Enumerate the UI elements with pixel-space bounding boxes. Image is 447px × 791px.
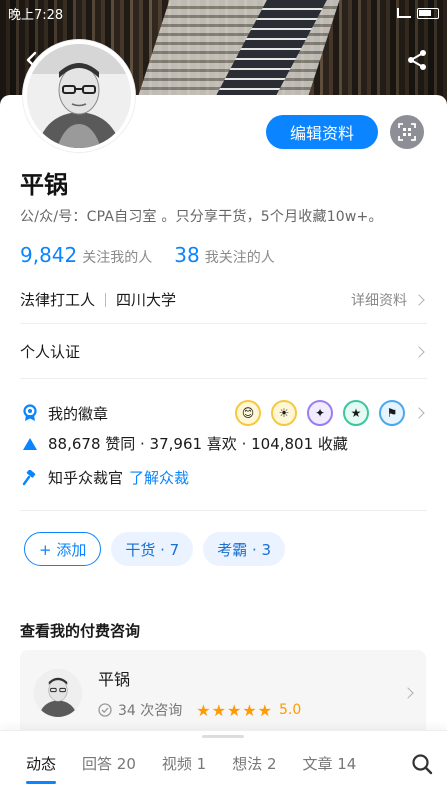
- tab-fade: [361, 743, 407, 783]
- search-button[interactable]: [411, 753, 433, 775]
- followers-link[interactable]: 9,842 关注我的人: [20, 243, 152, 267]
- badge-medal-icon: [20, 403, 40, 423]
- tab-list: 动态 回答 20 视频 1 想法 2 文章 14: [0, 753, 357, 784]
- profile-name: 平锅: [20, 171, 68, 199]
- upvote-triangle-icon: [20, 434, 40, 454]
- share-icon: [408, 50, 426, 70]
- badges-label: 我的徽章: [48, 404, 109, 423]
- status-bar: 晚上7:28: [0, 0, 447, 26]
- divider: [20, 323, 427, 324]
- chevron-right-icon: [413, 293, 425, 306]
- consult-avatar: [34, 669, 82, 717]
- separator: [105, 292, 107, 307]
- battery-icon: [417, 7, 439, 19]
- school-text: 四川大学: [116, 291, 177, 309]
- status-icons: [397, 7, 439, 19]
- profile-details-row[interactable]: 法律打工人 四川大学 详细资料: [20, 289, 425, 310]
- tag-item[interactable]: 考霸 · 3: [203, 532, 286, 566]
- avatar-portrait-icon: [27, 44, 131, 148]
- following-link[interactable]: 38 我关注的人: [174, 243, 274, 267]
- tab-videos[interactable]: 视频 1: [162, 753, 206, 774]
- rating-stars: ★★★★★: [196, 700, 273, 720]
- check-circle-icon: [98, 703, 112, 717]
- bottom-tab-bar: 动态 回答 20 视频 1 想法 2 文章 14: [0, 730, 447, 791]
- verification-row[interactable]: 个人认证: [20, 341, 425, 362]
- signal-icon: [397, 8, 411, 18]
- drag-handle[interactable]: [202, 735, 244, 738]
- gavel-icon: [20, 468, 40, 488]
- followers-count: 9,842: [20, 243, 78, 267]
- followers-label: 关注我的人: [82, 250, 153, 266]
- qr-code-button[interactable]: [390, 115, 424, 149]
- edit-profile-button[interactable]: 编辑资料: [266, 115, 378, 149]
- jury-row: 知乎众裁官 了解众裁: [20, 467, 423, 488]
- consult-info: 平锅 34 次咨询 ★★★★★ 5.0: [98, 666, 301, 720]
- avatar-portrait-icon: [34, 669, 82, 717]
- share-button[interactable]: [403, 46, 431, 74]
- badge-shield-icon: ✦: [307, 400, 333, 426]
- consult-name: 平锅: [98, 670, 131, 689]
- details-link-label: 详细资料: [351, 292, 407, 309]
- divider: [20, 510, 427, 511]
- profile-bio: 公/众/号：CPA自习室 。只分享干货，5个月收藏10w+。: [20, 209, 383, 225]
- rating-score: 5.0: [278, 702, 302, 718]
- chevron-right-icon: [413, 407, 425, 419]
- consult-card[interactable]: 平锅 34 次咨询 ★★★★★ 5.0: [20, 650, 426, 736]
- stats-text: 88,678 赞同 · 37,961 喜欢 · 104,801 收藏: [48, 435, 348, 453]
- stats-row: 88,678 赞同 · 37,961 喜欢 · 104,801 收藏: [20, 433, 423, 454]
- qr-code-icon: [398, 123, 416, 141]
- following-count: 38: [174, 243, 200, 267]
- badges-row[interactable]: 我的徽章 😊 ☀ ✦ ★ ⚑: [20, 400, 425, 426]
- add-tag-button[interactable]: + 添加: [24, 532, 102, 566]
- jury-learn-link[interactable]: 了解众裁: [129, 467, 189, 488]
- verification-label: 个人认证: [20, 343, 81, 361]
- badge-sun-icon: ☀: [271, 400, 297, 426]
- consult-meta: 34 次咨询 ★★★★★ 5.0: [98, 700, 301, 720]
- jury-label: 知乎众裁官: [48, 469, 124, 487]
- tab-articles[interactable]: 文章 14: [303, 753, 357, 774]
- tab-thoughts[interactable]: 想法 2: [232, 753, 276, 774]
- tab-activity[interactable]: 动态: [26, 753, 57, 784]
- avatar[interactable]: [23, 40, 135, 152]
- search-icon: [412, 754, 433, 775]
- following-label: 我关注的人: [204, 250, 275, 266]
- chevron-right-icon: [402, 687, 414, 699]
- badge-flag-icon: ⚑: [379, 400, 405, 426]
- badge-smile-icon: 😊: [235, 400, 261, 426]
- tag-list: + 添加 干货 · 7 考霸 · 3: [24, 532, 286, 566]
- chevron-right-icon: [413, 345, 425, 358]
- tag-item[interactable]: 干货 · 7: [111, 532, 194, 566]
- tab-answers[interactable]: 回答 20: [82, 753, 136, 774]
- badge-list: 😊 ☀ ✦ ★ ⚑: [235, 400, 425, 426]
- consult-section-title: 查看我的付费咨询: [20, 622, 141, 640]
- divider: [20, 378, 427, 379]
- consult-count: 34 次咨询: [118, 703, 183, 719]
- badge-star-icon: ★: [343, 400, 369, 426]
- job-text: 法律打工人: [20, 291, 96, 309]
- status-time: 晚上7:28: [8, 7, 64, 23]
- follow-stats: 9,842 关注我的人 38 我关注的人: [20, 243, 297, 267]
